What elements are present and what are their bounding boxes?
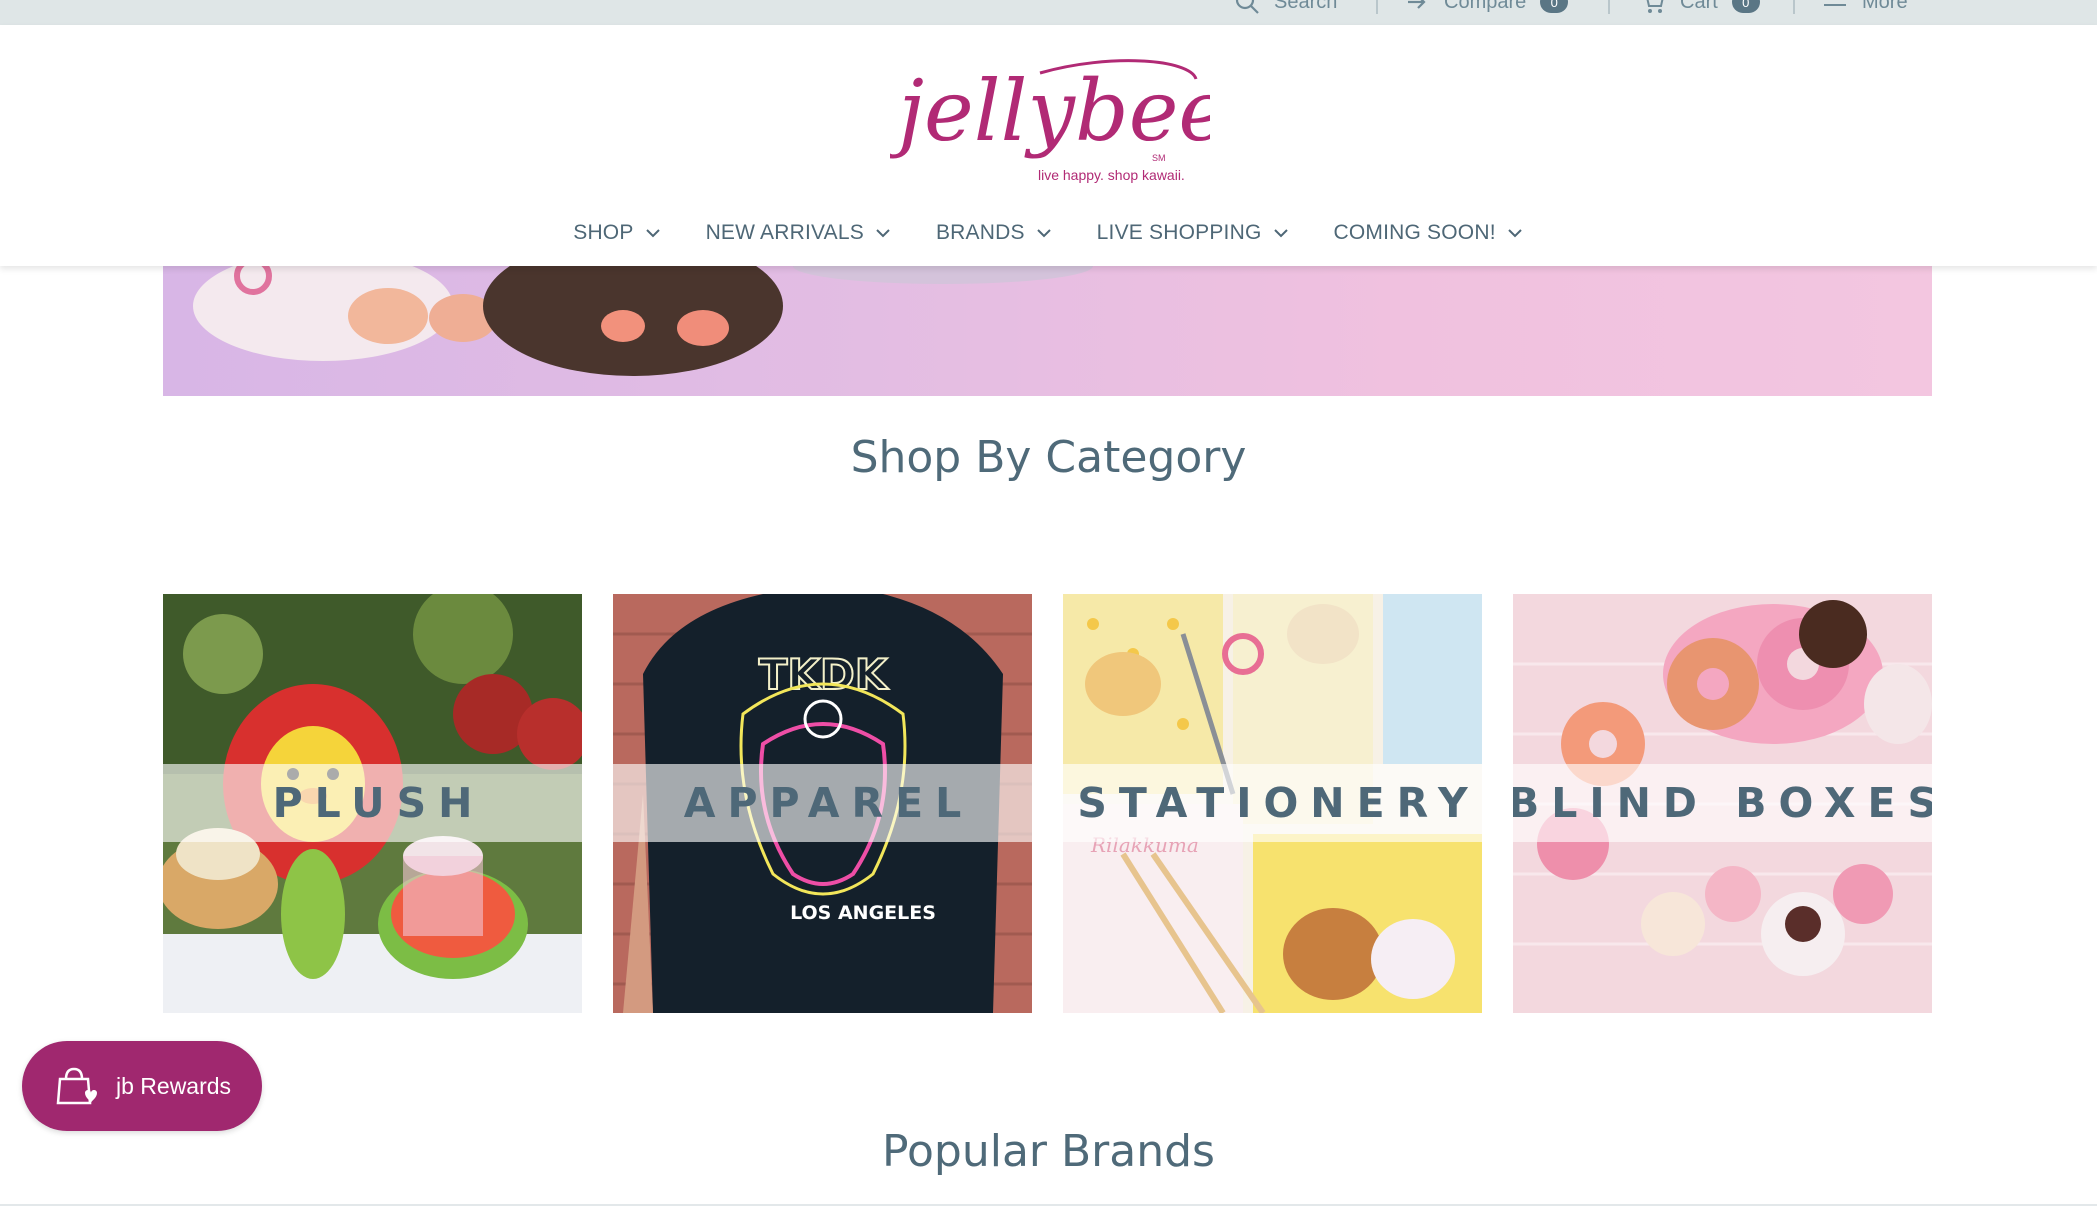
rewards-button[interactable]: jb Rewards [22, 1041, 262, 1131]
category-band: STATIONERY [1063, 764, 1482, 842]
logo-graphic: jellybeet SM live happy. shop kawaii. [882, 59, 1262, 183]
compare-arrow-icon [1408, 0, 1426, 9]
nav-shop[interactable]: SHOP [573, 221, 661, 245]
category-band: PLUSH [163, 764, 582, 842]
main-nav: SHOP NEW ARRIVALS BRANDS LIVE SHOPPING C… [0, 213, 2097, 253]
hero-banner[interactable] [163, 266, 1932, 396]
shopping-bag-heart-icon [56, 1067, 97, 1105]
category-band: APPAREL [613, 764, 1032, 842]
category-label-plush: PLUSH [272, 779, 485, 827]
category-tile-blind-boxes[interactable]: BLIND BOXES [1513, 594, 1932, 1013]
category-tile-apparel[interactable]: TKDK LOS ANGELES APPAREL [613, 594, 1032, 1013]
nav-brands[interactable]: BRANDS [936, 221, 1053, 245]
utility-divider [1793, 0, 1795, 14]
cart-count-badge: 0 [1731, 0, 1760, 13]
nav-shop-label: SHOP [573, 221, 634, 244]
nav-live-shopping[interactable]: LIVE SHOPPING [1097, 221, 1290, 245]
chevron-down-icon [1273, 229, 1288, 238]
rewards-label: jb Rewards [116, 1072, 232, 1099]
logo-wordmark: jellybeet [890, 62, 1210, 160]
chevron-down-icon [1036, 229, 1051, 238]
shirt-location-text: LOS ANGELES [790, 902, 936, 924]
hamburger-icon [1824, 4, 1846, 6]
nav-new-arrivals-label: NEW ARRIVALS [705, 221, 864, 244]
chevron-down-icon [645, 229, 660, 238]
compare-link[interactable]: Compare 0 [1404, 0, 1569, 13]
search-link[interactable]: Search [1234, 0, 1338, 14]
cart-icon [1646, 0, 1664, 13]
utility-divider [1376, 0, 1378, 14]
nav-live-shopping-label: LIVE SHOPPING [1096, 221, 1262, 244]
section-divider [0, 1204, 2097, 1206]
category-tile-plush[interactable]: PLUSH [163, 594, 582, 1013]
shirt-print-text: TKDK [759, 650, 889, 699]
category-label-stationery: STATIONERY [1077, 779, 1480, 827]
compare-label: Compare [1444, 0, 1527, 13]
utility-bar: Search Compare 0 Cart 0 More [0, 0, 2097, 25]
compare-count-badge: 0 [1540, 0, 1569, 13]
nav-coming-soon[interactable]: COMING SOON! [1334, 221, 1524, 245]
nav-new-arrivals[interactable]: NEW ARRIVALS [706, 221, 892, 245]
category-label-apparel: APPAREL [683, 779, 974, 827]
utility-divider [1608, 0, 1610, 14]
chevron-down-icon [876, 229, 890, 238]
cart-label: Cart [1680, 0, 1718, 13]
site-header: jellybeet SM live happy. shop kawaii. SH… [0, 25, 2097, 266]
logo-servicemark: SM [1152, 153, 1166, 163]
jellybeet-logo[interactable]: jellybeet SM live happy. shop kawaii. [882, 45, 1262, 195]
category-label-blind-boxes: BLIND BOXES [1513, 779, 1932, 827]
more-label: More [1862, 0, 1908, 13]
category-band: BLIND BOXES [1513, 764, 1932, 842]
nav-brands-label: BRANDS [935, 221, 1025, 244]
category-tile-stationery[interactable]: Rilakkuma STATIONERY [1063, 594, 1482, 1013]
logo-tagline: live happy. shop kawaii. [1038, 167, 1185, 183]
more-menu[interactable]: More [1822, 0, 1908, 13]
chevron-down-icon [1508, 229, 1522, 238]
cart-link[interactable]: Cart 0 [1640, 0, 1760, 13]
search-label: Search [1274, 0, 1338, 13]
section-title-popular-brands: Popular Brands [882, 1126, 1215, 1177]
section-title-shop-by-category: Shop By Category [850, 432, 1247, 483]
nav-coming-soon-label: COMING SOON! [1333, 221, 1496, 244]
search-icon [1235, 0, 1259, 14]
hero-image [193, 266, 1093, 376]
